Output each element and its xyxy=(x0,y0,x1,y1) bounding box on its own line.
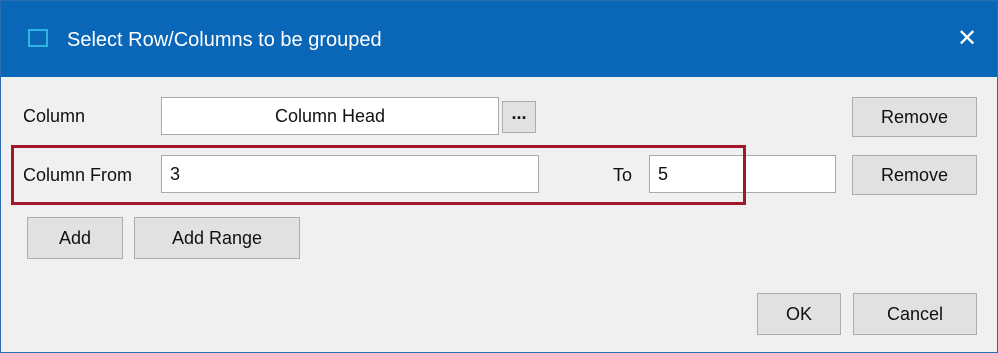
column-from-field[interactable]: 3 xyxy=(161,155,539,193)
remove-column-button[interactable]: Remove xyxy=(852,97,977,137)
to-label: To xyxy=(613,165,633,185)
column-from-label: Column From xyxy=(23,165,133,185)
cancel-button[interactable]: Cancel xyxy=(853,293,977,335)
column-field[interactable]: Column Head xyxy=(161,97,499,135)
close-button[interactable]: ✕ xyxy=(937,1,997,77)
close-icon: ✕ xyxy=(956,25,978,52)
ok-button[interactable]: OK xyxy=(757,293,841,335)
browse-button[interactable]: ... xyxy=(502,101,536,133)
column-to-field[interactable]: 5 xyxy=(649,155,836,193)
ellipsis-icon: ... xyxy=(511,102,527,123)
title-bar[interactable]: Select Row/Columns to be grouped ✕ xyxy=(1,1,997,77)
dialog-window: Select Row/Columns to be grouped ✕ Colum… xyxy=(0,0,998,353)
column-label: Column xyxy=(23,106,86,126)
dialog-title: Select Row/Columns to be grouped xyxy=(67,29,382,51)
remove-range-button[interactable]: Remove xyxy=(852,155,977,195)
window-icon xyxy=(28,29,48,47)
add-button[interactable]: Add xyxy=(27,217,123,259)
dialog-body: Column Column Head ... Remove Column Fro… xyxy=(1,77,997,352)
add-range-button[interactable]: Add Range xyxy=(134,217,300,259)
